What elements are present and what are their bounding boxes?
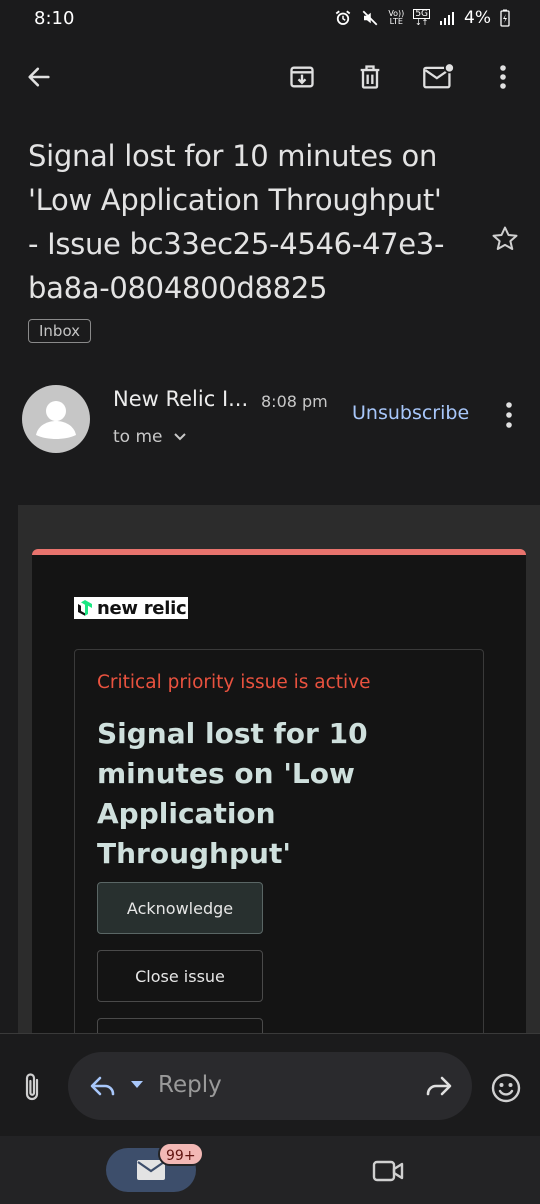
reply-field[interactable]: Reply bbox=[68, 1052, 472, 1120]
acknowledge-button[interactable]: Acknowledge bbox=[97, 882, 263, 934]
archive-button[interactable] bbox=[285, 60, 319, 94]
more-vert-icon bbox=[506, 402, 512, 428]
attach-button[interactable] bbox=[20, 1070, 46, 1104]
battery-charging-icon bbox=[500, 9, 510, 27]
more-options-button[interactable] bbox=[486, 60, 520, 94]
email-time: 8:08 pm bbox=[261, 392, 328, 411]
back-arrow-icon bbox=[28, 67, 50, 87]
issue-title: Signal lost for 10 minutes on 'Low Appli… bbox=[97, 717, 368, 870]
reply-placeholder: Reply bbox=[158, 1072, 222, 1098]
volte-indicator: Vo)) LTE bbox=[388, 9, 405, 26]
video-camera-icon bbox=[372, 1160, 404, 1182]
archive-icon bbox=[290, 66, 314, 88]
recipient-toggle[interactable]: to me bbox=[113, 427, 187, 447]
sender-avatar[interactable] bbox=[22, 385, 90, 453]
reply-area: Reply bbox=[0, 1033, 540, 1135]
chevron-down-icon bbox=[173, 433, 186, 441]
unread-count-badge: 99+ bbox=[158, 1142, 204, 1166]
email-body: new relic Critical priority issue is act… bbox=[18, 505, 540, 1035]
mark-unread-icon bbox=[423, 63, 454, 89]
more-vert-icon bbox=[500, 65, 506, 89]
status-bar: 8:10 Vo)) LTE 5G ↓↑ 4% bbox=[0, 0, 540, 36]
new-relic-logo: new relic bbox=[74, 597, 189, 619]
network-indicator: 5G ↓↑ bbox=[413, 9, 431, 27]
person-icon bbox=[36, 401, 76, 439]
star-outline-icon bbox=[492, 226, 518, 250]
delete-icon bbox=[360, 65, 380, 89]
mark-unread-button[interactable] bbox=[421, 60, 455, 94]
inbox-label-chip[interactable]: Inbox bbox=[28, 319, 92, 343]
signal-icon bbox=[440, 12, 455, 25]
bottom-navigation: 99+ bbox=[0, 1136, 540, 1204]
unsubscribe-link[interactable]: Unsubscribe bbox=[352, 402, 469, 424]
alarm-icon bbox=[336, 10, 351, 25]
emoji-icon bbox=[491, 1073, 521, 1103]
forward-icon[interactable] bbox=[422, 1072, 454, 1100]
close-issue-button[interactable]: Close issue bbox=[97, 950, 263, 1002]
back-button[interactable] bbox=[22, 60, 56, 94]
email-subject: Signal lost for 10 minutes on 'Low Appli… bbox=[28, 139, 445, 305]
new-relic-logo-icon bbox=[78, 600, 92, 616]
alert-card: new relic Critical priority issue is act… bbox=[32, 549, 526, 1035]
mute-icon bbox=[362, 10, 378, 26]
caret-down-icon[interactable] bbox=[130, 1080, 144, 1090]
email-toolbar bbox=[0, 52, 540, 102]
battery-percent: 4% bbox=[464, 8, 491, 28]
status-icons: Vo)) LTE 5G ↓↑ 4% bbox=[334, 8, 510, 28]
emoji-reaction-button[interactable] bbox=[490, 1072, 522, 1104]
recipient-label: to me bbox=[113, 427, 163, 447]
status-time: 8:10 bbox=[34, 7, 75, 29]
sender-name[interactable]: New Relic I... bbox=[113, 387, 248, 411]
reply-icon bbox=[90, 1076, 115, 1096]
priority-text: Critical priority issue is active bbox=[97, 672, 371, 693]
sender-more-button[interactable] bbox=[496, 398, 522, 432]
star-button[interactable] bbox=[490, 224, 524, 258]
issue-box: Critical priority issue is active Signal… bbox=[74, 649, 484, 1035]
nav-meet-tab[interactable] bbox=[372, 1158, 404, 1184]
delete-button[interactable] bbox=[353, 60, 387, 94]
attachment-icon bbox=[25, 1073, 39, 1101]
logo-text: new relic bbox=[97, 597, 187, 619]
